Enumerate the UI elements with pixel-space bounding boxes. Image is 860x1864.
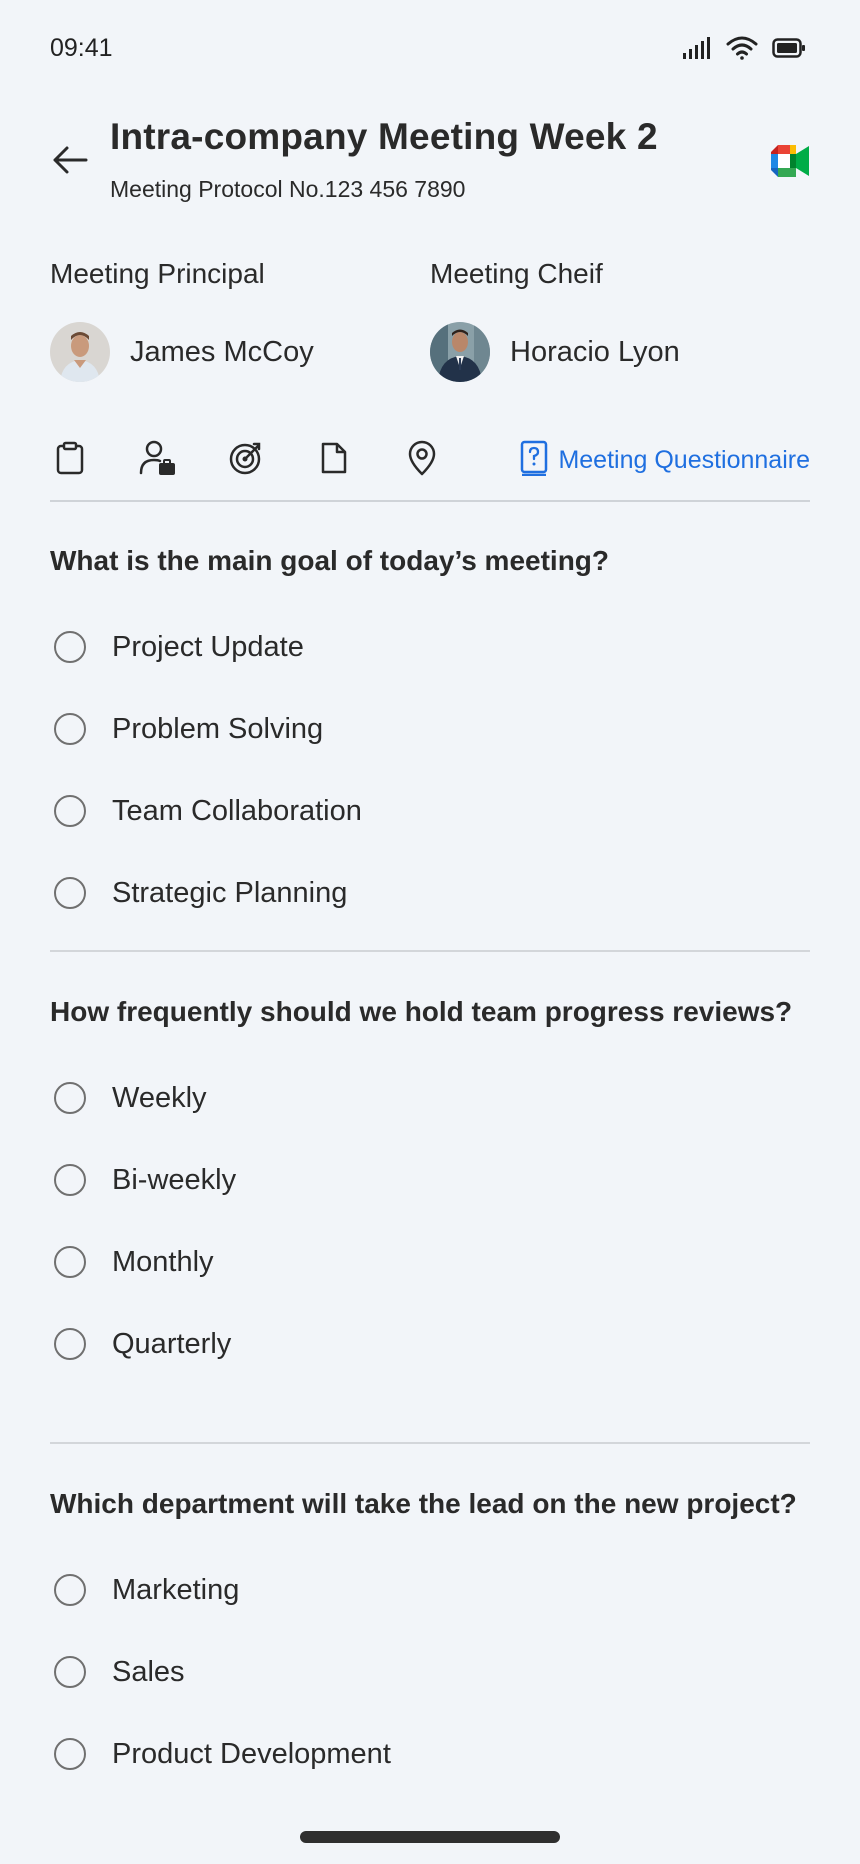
clipboard-icon	[55, 441, 85, 480]
radio-button[interactable]	[54, 631, 86, 663]
person-name: Horacio Lyon	[510, 335, 680, 368]
radio-button[interactable]	[54, 1574, 86, 1606]
header: Intra-company Meeting Week 2 Meeting Pro…	[0, 110, 860, 210]
option-label: Team Collaboration	[112, 794, 362, 827]
option[interactable]: Problem Solving	[50, 688, 810, 770]
options-list: Weekly Bi-weekly Monthly Quarterly	[50, 1057, 810, 1385]
tab-documents[interactable]	[314, 440, 354, 480]
wifi-icon	[726, 36, 758, 65]
option[interactable]: Bi-weekly	[50, 1139, 810, 1221]
option-label: Product Development	[112, 1737, 391, 1770]
person-chief: Meeting Cheif Horacio Lyon	[430, 258, 810, 382]
status-bar: 09:41	[0, 0, 860, 100]
radio-button[interactable]	[54, 1656, 86, 1688]
option-label: Sales	[112, 1655, 185, 1688]
meeting-people: Meeting Principal James McCoy Meeting Ch…	[50, 258, 810, 382]
tab-goals[interactable]	[226, 440, 266, 480]
radio-button[interactable]	[54, 877, 86, 909]
option[interactable]: Monthly	[50, 1221, 810, 1303]
tab-meeting-questionnaire[interactable]: Meeting Questionnaire	[520, 440, 810, 481]
radio-button[interactable]	[54, 1164, 86, 1196]
radio-button[interactable]	[54, 1738, 86, 1770]
option[interactable]: Strategic Planning	[50, 852, 810, 934]
document-icon	[319, 441, 349, 480]
question: How frequently should we hold team progr…	[50, 991, 810, 1385]
back-button[interactable]	[46, 138, 94, 186]
page-title: Intra-company Meeting Week 2	[110, 116, 658, 157]
tab-clipboard[interactable]	[50, 440, 90, 480]
option-label: Bi-weekly	[112, 1163, 237, 1196]
battery-icon	[772, 37, 806, 64]
option[interactable]: Sales	[50, 1631, 810, 1713]
option[interactable]: Team Collaboration	[50, 770, 810, 852]
person-principal: Meeting Principal James McCoy	[50, 258, 430, 382]
option[interactable]: Quarterly	[50, 1303, 810, 1385]
option[interactable]: Marketing	[50, 1549, 810, 1631]
section-divider	[50, 1442, 810, 1444]
person-role: Meeting Cheif	[430, 258, 603, 289]
person-briefcase-icon	[139, 440, 177, 481]
option-label: Weekly	[112, 1081, 207, 1114]
location-pin-icon	[406, 440, 438, 481]
radio-button[interactable]	[54, 1328, 86, 1360]
question-text: What is the main goal of today’s meeting…	[50, 545, 610, 576]
radio-button[interactable]	[54, 1246, 86, 1278]
status-icons	[682, 36, 806, 65]
option-label: Problem Solving	[112, 712, 324, 745]
radio-button[interactable]	[54, 1082, 86, 1114]
tabs-divider	[50, 500, 810, 502]
signal-icon	[682, 36, 712, 65]
radio-button[interactable]	[54, 713, 86, 745]
question: What is the main goal of today’s meeting…	[50, 540, 810, 934]
status-time: 09:41	[50, 34, 113, 62]
option[interactable]: Weekly	[50, 1057, 810, 1139]
options-list: Marketing Sales Product Development	[50, 1549, 810, 1795]
person-row[interactable]: James McCoy	[50, 322, 430, 382]
option[interactable]: Project Update	[50, 606, 810, 688]
person-row[interactable]: Horacio Lyon	[430, 322, 810, 382]
option-label: Marketing	[112, 1573, 240, 1606]
target-icon	[228, 440, 264, 481]
tab-label: Meeting Questionnaire	[558, 445, 810, 474]
meeting-tabs: Meeting Questionnaire	[50, 436, 810, 484]
question: Which department will take the lead on t…	[50, 1483, 810, 1795]
questionnaire-icon	[520, 440, 548, 481]
option[interactable]: Product Development	[50, 1713, 810, 1795]
google-meet-icon[interactable]	[770, 144, 810, 178]
option-label: Project Update	[112, 630, 304, 663]
tab-participants[interactable]	[138, 440, 178, 480]
home-indicator[interactable]	[300, 1831, 560, 1843]
question-text: Which department will take the lead on t…	[50, 1488, 797, 1519]
person-name: James McCoy	[130, 335, 314, 368]
options-list: Project Update Problem Solving Team Coll…	[50, 606, 810, 934]
page-subtitle: Meeting Protocol No.123 456 7890	[110, 176, 466, 202]
option-label: Monthly	[112, 1245, 214, 1278]
option-label: Strategic Planning	[112, 876, 348, 909]
section-divider	[50, 950, 810, 952]
back-arrow-icon	[52, 145, 88, 180]
option-label: Quarterly	[112, 1327, 232, 1360]
radio-button[interactable]	[54, 795, 86, 827]
question-text: How frequently should we hold team progr…	[50, 996, 793, 1027]
avatar	[50, 322, 110, 382]
person-role: Meeting Principal	[50, 258, 265, 289]
tab-location[interactable]	[402, 440, 442, 480]
avatar	[430, 322, 490, 382]
